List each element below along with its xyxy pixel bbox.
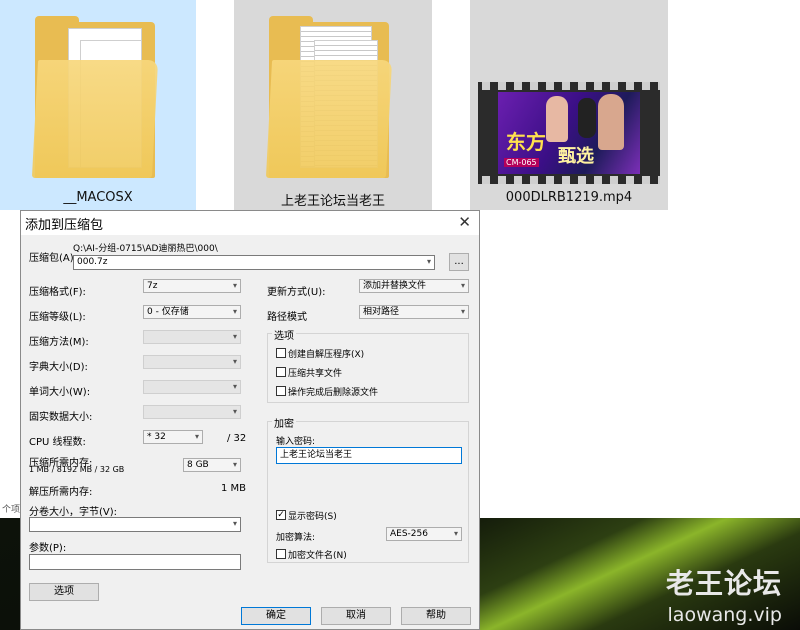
shared-checkbox[interactable] xyxy=(276,367,286,377)
chevron-down-icon: ▾ xyxy=(460,281,465,290)
level-select[interactable]: 0 - 仅存储 ▾ xyxy=(143,305,241,319)
options-group-title: 选项 xyxy=(272,327,296,342)
update-mode-select[interactable]: 添加并替换文件 ▾ xyxy=(359,279,469,293)
password-input[interactable]: 上老王论坛当老王 xyxy=(276,447,462,464)
add-to-archive-dialog: 添加到压缩包 ✕ 压缩包(A) Q:\AI-分组-0715\AD迪丽热巴\000… xyxy=(20,210,480,630)
close-icon[interactable]: ✕ xyxy=(458,213,471,231)
chevron-down-icon: ▾ xyxy=(426,257,431,266)
chevron-down-icon: ▾ xyxy=(232,357,237,366)
format-select[interactable]: 7z ▾ xyxy=(143,279,241,293)
pathmode-label: 路径模式 xyxy=(267,312,307,323)
dict-select[interactable]: ▾ xyxy=(143,355,241,369)
word-select[interactable]: ▾ xyxy=(143,380,241,394)
decomp-value: 1 MB xyxy=(221,483,247,494)
method-label: 压缩方法(M): xyxy=(29,337,89,348)
tile-label: __MACOSX xyxy=(63,190,133,205)
chevron-down-icon: ▾ xyxy=(453,529,458,538)
title-bar: 添加到压缩包 ✕ xyxy=(21,211,479,235)
params-input[interactable] xyxy=(29,554,241,570)
solid-select[interactable]: ▾ xyxy=(143,405,241,419)
sfx-checkbox[interactable] xyxy=(276,348,286,358)
enc-method-select[interactable]: AES-256 ▾ xyxy=(386,527,462,541)
chevron-down-icon: ▾ xyxy=(232,519,237,528)
options-group: 选项 创建自解压程序(X) 压缩共享文件 操作完成后删除源文件 xyxy=(267,327,469,403)
ok-button[interactable]: 确定 xyxy=(241,607,311,625)
video-thumbnail-icon: 东方 甄选 CM-065 xyxy=(478,82,660,184)
folder-tile-laowang[interactable]: 上老王论坛当老王 xyxy=(234,0,432,210)
method-select[interactable]: ▾ xyxy=(143,330,241,344)
help-button[interactable]: 帮助 xyxy=(401,607,471,625)
video-tile[interactable]: 东方 甄选 CM-065 000DLRB1219.mp4 xyxy=(470,0,668,210)
decomp-label: 解压所需内存: xyxy=(29,487,93,498)
archive-path: Q:\AI-分组-0715\AD迪丽热巴\000\ xyxy=(73,244,218,254)
chevron-down-icon: ▾ xyxy=(194,432,199,441)
chevron-down-icon: ▾ xyxy=(232,382,237,391)
encrypt-names-checkbox[interactable] xyxy=(276,549,286,559)
enc-method-label: 加密算法: xyxy=(276,533,316,543)
tile-label: 上老王论坛当老王 xyxy=(280,194,385,209)
show-password-checkbox[interactable]: ✓ xyxy=(276,510,286,520)
split-size-combo[interactable]: ▾ xyxy=(29,517,241,532)
split-label: 分卷大小，字节(V): xyxy=(29,507,118,518)
chevron-down-icon: ▾ xyxy=(232,307,237,316)
chevron-down-icon: ▾ xyxy=(232,407,237,416)
level-label: 压缩等级(L): xyxy=(29,312,86,323)
update-label: 更新方式(U): xyxy=(267,287,326,298)
chevron-down-icon: ▾ xyxy=(232,281,237,290)
chevron-down-icon: ▾ xyxy=(232,332,237,341)
mem-select[interactable]: 8 GB ▾ xyxy=(183,458,241,472)
shared-label: 压缩共享文件 xyxy=(288,369,343,379)
encryption-group-title: 加密 xyxy=(272,415,296,430)
archive-label: 压缩包(A) xyxy=(29,253,74,264)
sfx-label: 创建自解压程序(X) xyxy=(288,350,365,360)
show-password-label: 显示密码(S) xyxy=(288,512,337,522)
solid-label: 固实数据大小: xyxy=(29,412,93,423)
folder-tile-macosx[interactable]: __MACOSX xyxy=(0,0,196,210)
options-button[interactable]: 选项 xyxy=(29,583,99,601)
mem-summary: 1 MB / 8192 MB / 32 GB xyxy=(29,465,125,474)
watermark-title: 老王论坛 xyxy=(665,567,782,600)
tile-label: 000DLRB1219.mp4 xyxy=(505,190,633,205)
encryption-group: 加密 输入密码: 上老王论坛当老王 ✓ 显示密码(S) 加密算法: AES-25… xyxy=(267,415,469,563)
cpu-max: / 32 xyxy=(227,433,247,444)
browse-button[interactable]: ... xyxy=(449,253,469,271)
item-count-partial: 个项 xyxy=(2,505,21,515)
params-label: 参数(P): xyxy=(29,543,67,554)
archive-name-combo[interactable]: 000.7z ▾ xyxy=(73,255,435,270)
delete-source-checkbox[interactable] xyxy=(276,386,286,396)
cpu-threads-select[interactable]: * 32 ▾ xyxy=(143,430,203,444)
dict-label: 字典大小(D): xyxy=(29,362,88,373)
cancel-button[interactable]: 取消 xyxy=(321,607,391,625)
encrypt-names-label: 加密文件名(N) xyxy=(288,551,347,561)
chevron-down-icon: ▾ xyxy=(232,460,237,469)
format-label: 压缩格式(F): xyxy=(29,287,86,298)
chevron-down-icon: ▾ xyxy=(460,307,465,316)
watermark-url: laowang.vip xyxy=(667,604,782,626)
cpu-label: CPU 线程数: xyxy=(29,437,86,448)
delete-source-label: 操作完成后删除源文件 xyxy=(288,388,379,398)
path-mode-select[interactable]: 相对路径 ▾ xyxy=(359,305,469,319)
word-label: 单词大小(W): xyxy=(29,387,91,398)
password-label: 输入密码: xyxy=(276,437,316,447)
watermark: 老王论坛 laowang.vip xyxy=(666,562,782,626)
dialog-title: 添加到压缩包 xyxy=(25,218,104,233)
